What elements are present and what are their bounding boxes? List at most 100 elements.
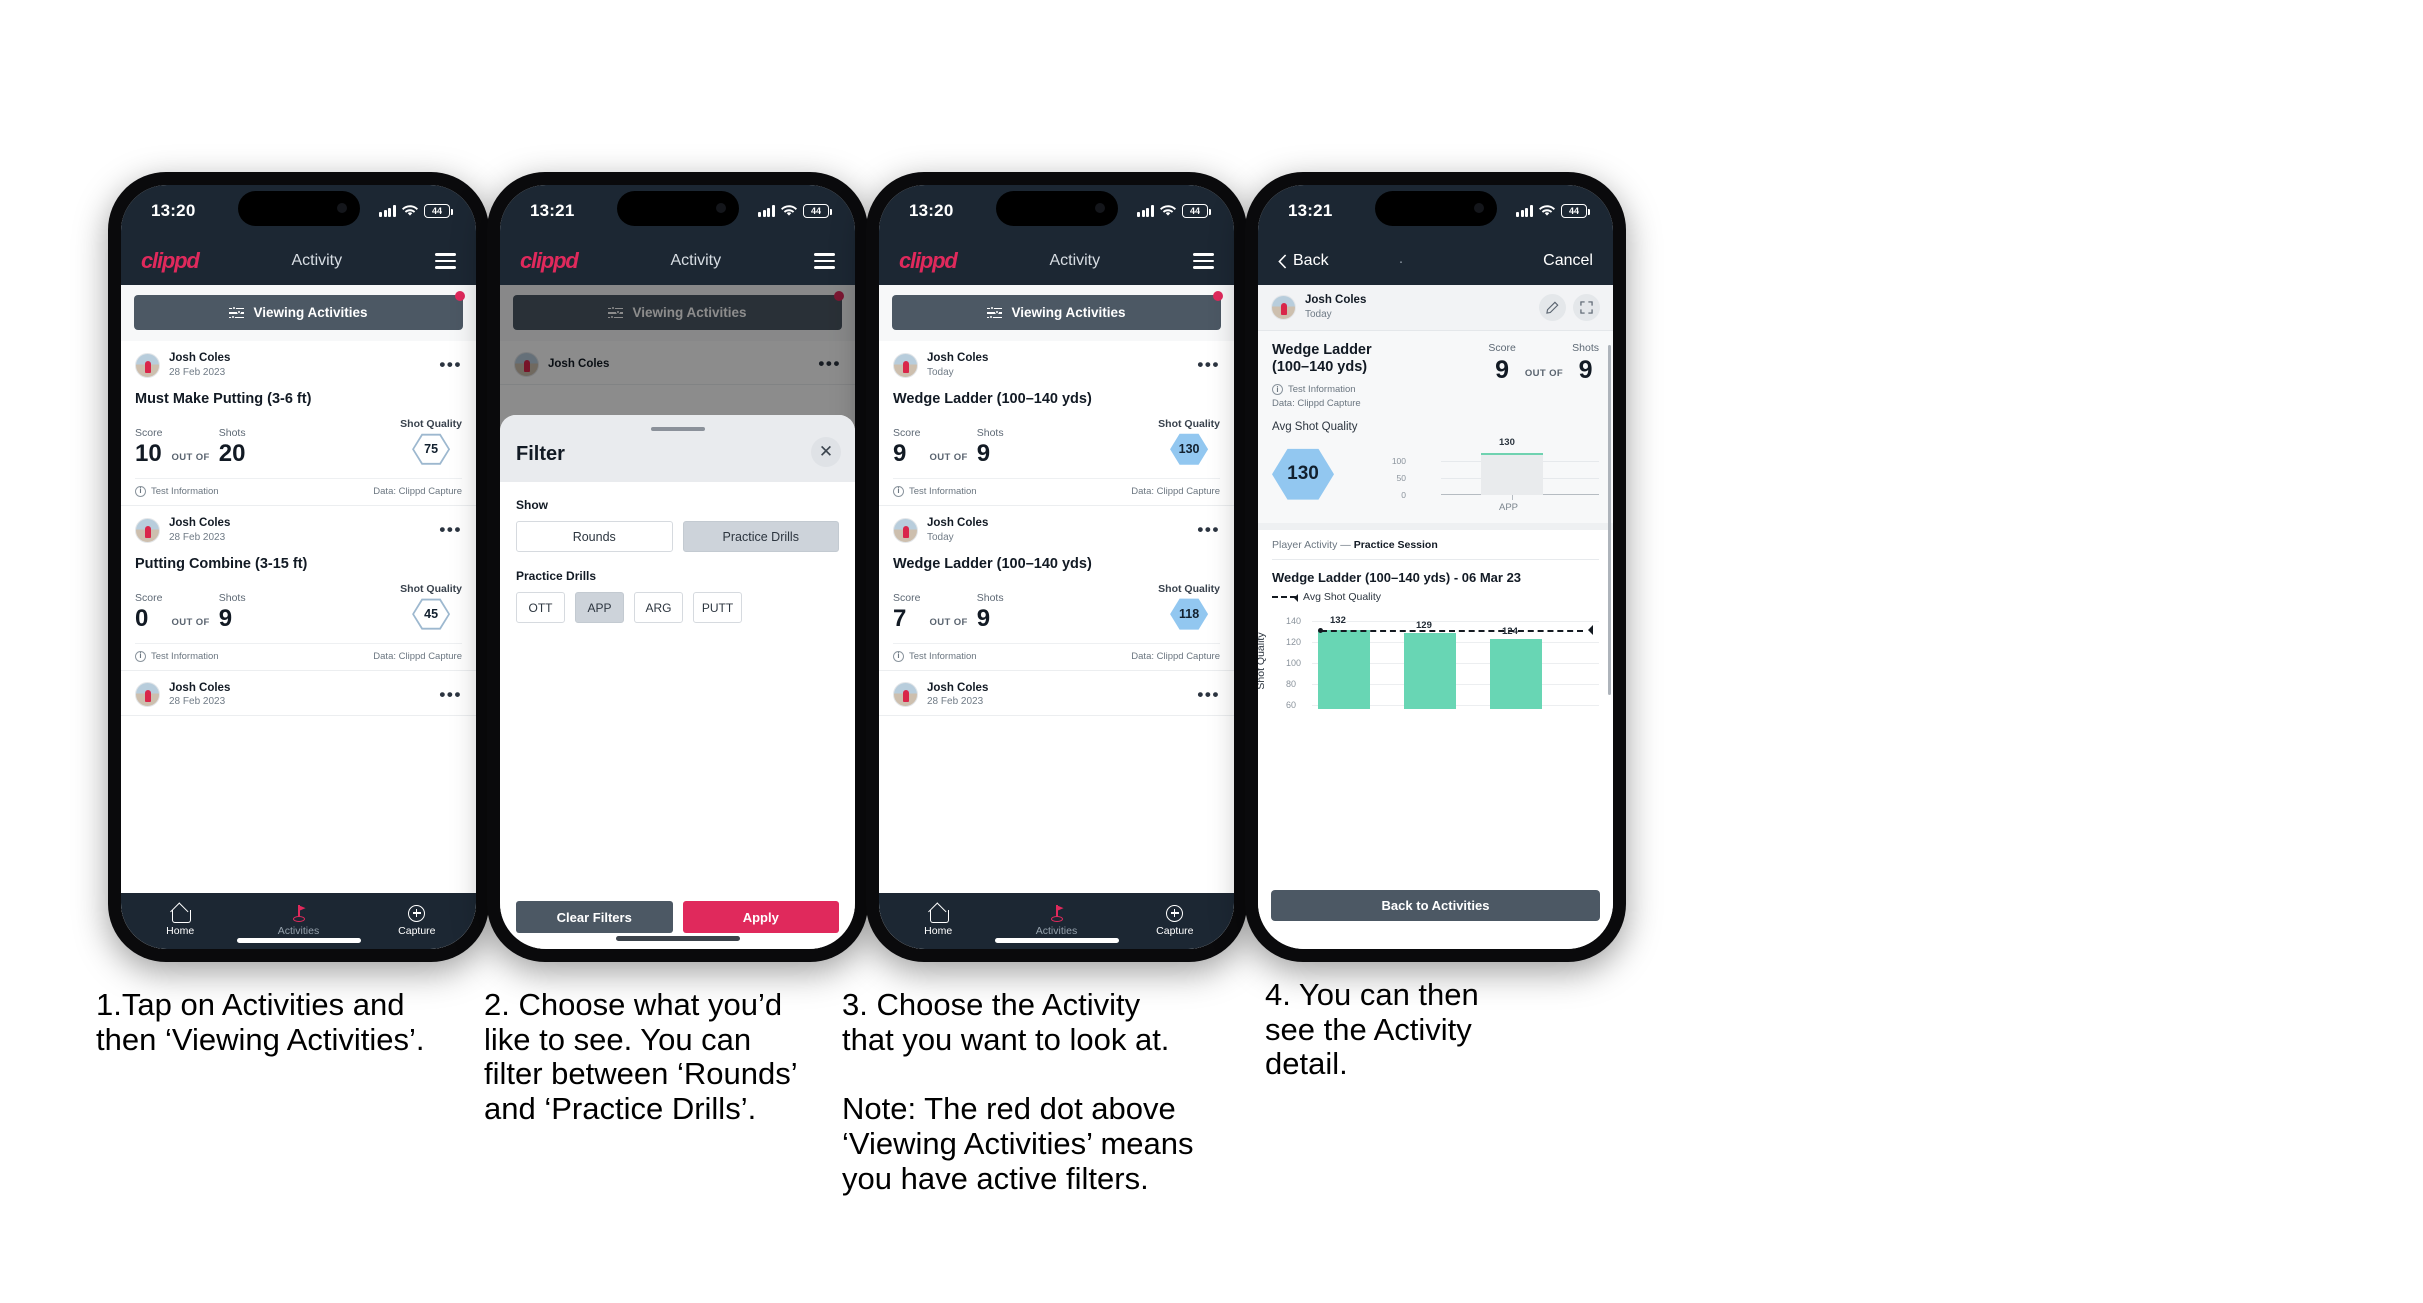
close-icon[interactable]: ✕	[811, 437, 841, 467]
hamburger-menu-icon[interactable]	[435, 253, 456, 269]
cellular-signal-icon	[1137, 205, 1154, 217]
activity-date: Today	[1305, 308, 1332, 320]
filter-bar-label: Viewing Activities	[1011, 305, 1126, 320]
back-button[interactable]: Back	[1278, 252, 1329, 270]
pencil-icon[interactable]	[1539, 294, 1566, 321]
nav-center-dot: ·	[1398, 252, 1404, 270]
expand-icon[interactable]	[1573, 294, 1600, 321]
avatar	[893, 352, 918, 378]
avatar	[1271, 295, 1296, 320]
player-activity-value: Practice Session	[1353, 539, 1438, 552]
sliders-icon	[987, 305, 1003, 320]
card-more-options-icon[interactable]: •••	[439, 521, 462, 538]
test-information[interactable]: i Test Information	[135, 650, 219, 662]
session-chart-legend: Avg Shot Quality	[1258, 585, 1613, 603]
user-name: Josh Coles	[927, 352, 989, 364]
chip-practice-drills[interactable]: Practice Drills	[682, 521, 839, 552]
shot-quality-value: 45	[414, 600, 449, 628]
shot-quality-value: 75	[414, 435, 449, 463]
cellular-signal-icon	[1516, 205, 1533, 217]
apply-button[interactable]: Apply	[682, 901, 839, 933]
detail-user: Josh Coles Today	[1305, 294, 1366, 321]
app-navbar: clippd Activity	[500, 237, 855, 285]
chip-rounds[interactable]: Rounds	[516, 521, 673, 552]
tab-capture[interactable]: Capture	[358, 905, 476, 937]
sheet-grabber[interactable]	[650, 427, 705, 431]
chip-putt[interactable]: PUTT	[693, 592, 742, 623]
tab-activities[interactable]: Activities	[997, 905, 1115, 937]
mini-chart-value-label: 130	[1499, 437, 1515, 449]
avg-shot-quality-row: 130 0 50 100 130 APP	[1272, 437, 1599, 513]
activity-title: Putting Combine (3-15 ft)	[135, 555, 308, 572]
tab-activities[interactable]: Activities	[239, 905, 357, 937]
battery-level: 44	[1568, 205, 1579, 216]
activity-card-partial[interactable]: Josh Coles 28 Feb 2023 •••	[879, 670, 1234, 717]
info-icon: i	[893, 650, 904, 662]
avatar	[135, 682, 160, 708]
viewing-activities-filter-button[interactable]: Viewing Activities	[134, 291, 465, 330]
avg-shot-quality-mini-chart: 0 50 100 130 APP	[1392, 437, 1599, 513]
data-source-label: Data: Clippd Capture	[373, 650, 462, 662]
detail-header: Josh Coles Today	[1258, 285, 1613, 331]
tab-home[interactable]: Home	[879, 906, 997, 937]
wifi-icon	[1160, 205, 1176, 216]
hamburger-menu-icon[interactable]	[814, 253, 835, 269]
detail-navbar: Back · Cancel	[1258, 237, 1613, 285]
data-source-label: Data: Clippd Capture	[373, 485, 462, 497]
test-information[interactable]: i Test Information	[1272, 384, 1372, 396]
clear-filters-button[interactable]: Clear Filters	[516, 901, 673, 933]
score-metric: Score 10	[135, 427, 162, 466]
card-more-options-icon[interactable]: •••	[1197, 521, 1220, 538]
card-more-options-icon[interactable]: •••	[1197, 686, 1220, 703]
test-information[interactable]: i Test Information	[135, 485, 219, 497]
card-user: Josh Coles 28 Feb 2023	[169, 517, 230, 544]
chip-app[interactable]: APP	[575, 592, 624, 623]
card-header: Josh Coles 28 Feb 2023 •••	[893, 671, 1220, 716]
activity-feed[interactable]: Josh Coles Today ••• Wedge Ladder (100–1…	[879, 341, 1234, 893]
chart-ytick: 120	[1286, 637, 1302, 648]
vertical-scrollbar[interactable]	[1608, 345, 1611, 695]
shot-quality-label: Shot Quality	[1158, 417, 1220, 430]
tab-capture[interactable]: Capture	[1116, 905, 1234, 937]
chart-ytick: 80	[1286, 679, 1297, 690]
shots-metric: Shots 9	[977, 427, 1004, 466]
shots-value: 9	[976, 439, 991, 467]
hamburger-menu-icon[interactable]	[1193, 253, 1214, 269]
activity-feed[interactable]: Josh Coles 28 Feb 2023 ••• Must Make Put…	[121, 341, 476, 893]
status-time: 13:21	[530, 201, 575, 220]
activity-card-partial[interactable]: Josh Coles 28 Feb 2023 •••	[121, 670, 476, 717]
score-value: 9	[893, 439, 907, 467]
score-value: 9	[1495, 356, 1510, 384]
chart-bar-label: 129	[1416, 620, 1432, 632]
detail-meta: i Test Information Data: Clippd Capture	[1272, 384, 1372, 409]
chip-arg[interactable]: ARG	[634, 592, 683, 623]
card-more-options-icon[interactable]: •••	[439, 356, 462, 373]
back-to-activities-button[interactable]: Back to Activities	[1271, 890, 1600, 921]
card-header: Josh Coles 28 Feb 2023 •••	[135, 506, 462, 551]
dynamic-island	[616, 191, 739, 226]
app-body: Josh Coles Today Wedge Ladder (100–140 y…	[1258, 285, 1613, 949]
sheet-footer: Clear Filters Apply	[500, 901, 855, 949]
test-information-label: Test Information	[909, 485, 977, 497]
sliders-icon	[229, 305, 245, 320]
card-more-options-icon[interactable]: •••	[439, 686, 462, 703]
plus-circle-icon	[408, 905, 426, 922]
activity-card[interactable]: Josh Coles Today ••• Wedge Ladder (100–1…	[879, 341, 1234, 506]
score-metric: Score 7	[893, 592, 920, 631]
viewing-activities-filter-button[interactable]: Viewing Activities	[892, 291, 1223, 330]
activity-card[interactable]: Josh Coles Today ••• Wedge Ladder (100–1…	[879, 505, 1234, 671]
test-information[interactable]: i Test Information	[893, 650, 977, 662]
test-information[interactable]: i Test Information	[893, 485, 977, 497]
filter-bar-label: Viewing Activities	[253, 305, 368, 320]
cancel-button[interactable]: Cancel	[1543, 252, 1593, 270]
tab-home[interactable]: Home	[121, 906, 239, 937]
activity-card[interactable]: Josh Coles 28 Feb 2023 ••• Putting Combi…	[121, 505, 476, 671]
card-more-options-icon[interactable]: •••	[1197, 356, 1220, 373]
info-icon: i	[1272, 384, 1283, 396]
user-name: Josh Coles	[169, 681, 231, 694]
shot-quality-metric: Shot Quality 130	[1158, 418, 1220, 466]
chip-ott[interactable]: OTT	[516, 592, 565, 623]
phone-1-screen: 13:20 44 clippd Activity Viewing Activit…	[121, 185, 476, 949]
avatar	[893, 517, 918, 543]
activity-card[interactable]: Josh Coles 28 Feb 2023 ••• Must Make Put…	[121, 341, 476, 506]
